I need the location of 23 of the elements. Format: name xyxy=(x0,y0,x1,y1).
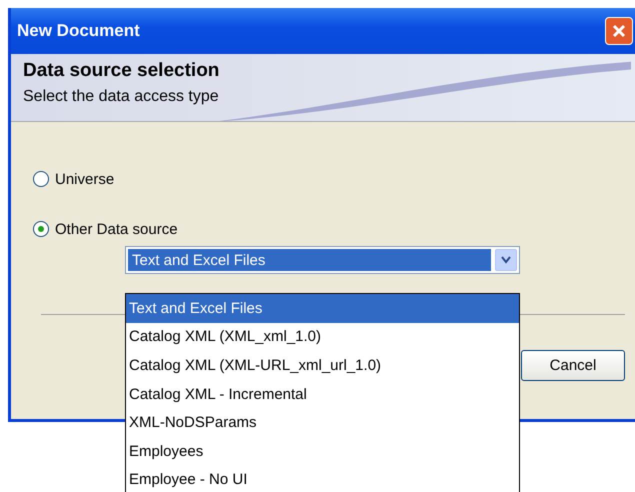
radio-option[interactable]: Other Data source xyxy=(33,216,178,242)
dropdown-item[interactable]: Employees xyxy=(126,436,519,466)
header-title: Data source selection xyxy=(23,60,220,82)
window-title: New Document xyxy=(17,21,140,41)
dropdown-arrow-button[interactable] xyxy=(495,249,517,271)
close-button[interactable] xyxy=(605,17,633,45)
data-source-dropdown[interactable]: Text and Excel Files xyxy=(125,246,520,274)
radio-label: Universe xyxy=(55,170,114,188)
dropdown-item[interactable]: Catalog XML (XML-URL_xml_url_1.0) xyxy=(126,351,519,380)
radio-label: Other Data source xyxy=(55,220,178,238)
dropdown-value: Text and Excel Files xyxy=(128,249,491,271)
radio-option[interactable]: Universe xyxy=(33,166,114,192)
dropdown-item[interactable]: XML-NoDSParams xyxy=(126,408,519,437)
close-icon xyxy=(611,23,627,39)
chevron-down-icon xyxy=(501,256,511,264)
dropdown-item[interactable]: Catalog XML - Incremental xyxy=(126,380,519,408)
cancel-button[interactable]: Cancel xyxy=(521,350,625,381)
header-subtitle: Select the data access type xyxy=(23,88,220,106)
dropdown-item[interactable]: Catalog XML (XML_xml_1.0) xyxy=(126,322,519,352)
dropdown-item[interactable]: Employee - No UI xyxy=(126,466,519,492)
radio-button[interactable] xyxy=(33,221,49,237)
radio-button[interactable] xyxy=(33,171,49,187)
dropdown-item[interactable]: Text and Excel Files xyxy=(126,294,519,323)
